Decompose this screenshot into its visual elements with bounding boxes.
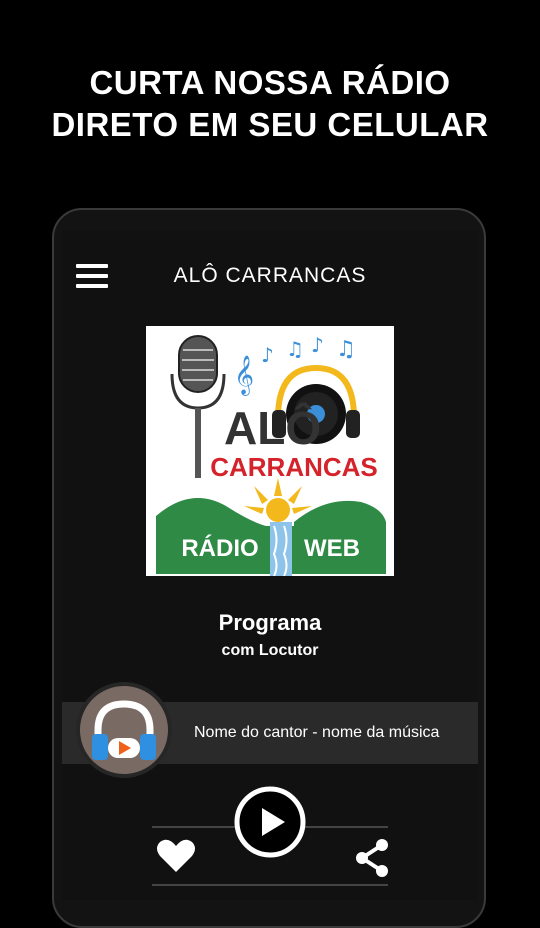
station-logo-graphic: 𝄞 ♪ ♫ ♪ ♫ ALÔ CARRANCAS RÁDIO WEB	[156, 333, 386, 577]
play-button[interactable]	[234, 786, 306, 858]
heart-icon	[157, 839, 195, 872]
promo-headline: CURTA NOSSA RÁDIO DIRETO EM SEU CELULAR	[0, 62, 540, 146]
svg-text:𝄞: 𝄞	[234, 355, 254, 396]
program-info: Programa com Locutor	[62, 610, 478, 660]
svg-text:♪: ♪	[311, 333, 324, 357]
logo-text-carrancas: CARRANCAS	[210, 452, 378, 482]
app-screen: ALÔ CARRANCAS 𝄞 ♪ ♫ ♪ ♫ ALÔ CARRANCAS RÁ…	[62, 230, 478, 900]
svg-text:♫: ♫	[336, 337, 356, 362]
program-title: Programa	[218, 610, 322, 635]
sun-icon	[244, 478, 312, 522]
station-logo: 𝄞 ♪ ♫ ♪ ♫ ALÔ CARRANCAS RÁDIO WEB	[146, 326, 394, 577]
favorite-button[interactable]	[156, 838, 196, 874]
controls-divider-bottom	[152, 884, 388, 886]
headphones-icon	[92, 700, 156, 760]
now-playing-track: Nome do cantor - nome da música	[194, 724, 440, 741]
promo-line-2: DIRETO EM SEU CELULAR	[51, 106, 489, 143]
share-button[interactable]	[354, 838, 390, 878]
album-cover	[76, 682, 172, 778]
svg-text:♪: ♪	[261, 343, 274, 367]
logo-text-radio: RÁDIO	[181, 534, 258, 562]
promo-line-1: CURTA NOSSA RÁDIO	[89, 64, 451, 101]
app-title: ALÔ CARRANCAS	[173, 264, 367, 287]
svg-text:♫: ♫	[286, 337, 304, 361]
logo-text-web: WEB	[304, 535, 360, 562]
program-host: com Locutor	[221, 642, 319, 659]
logo-text-alo: ALÔ	[224, 402, 321, 454]
share-icon	[356, 839, 388, 877]
play-icon	[234, 786, 306, 858]
music-notes-icon: 𝄞 ♪ ♫ ♪ ♫	[234, 333, 356, 396]
